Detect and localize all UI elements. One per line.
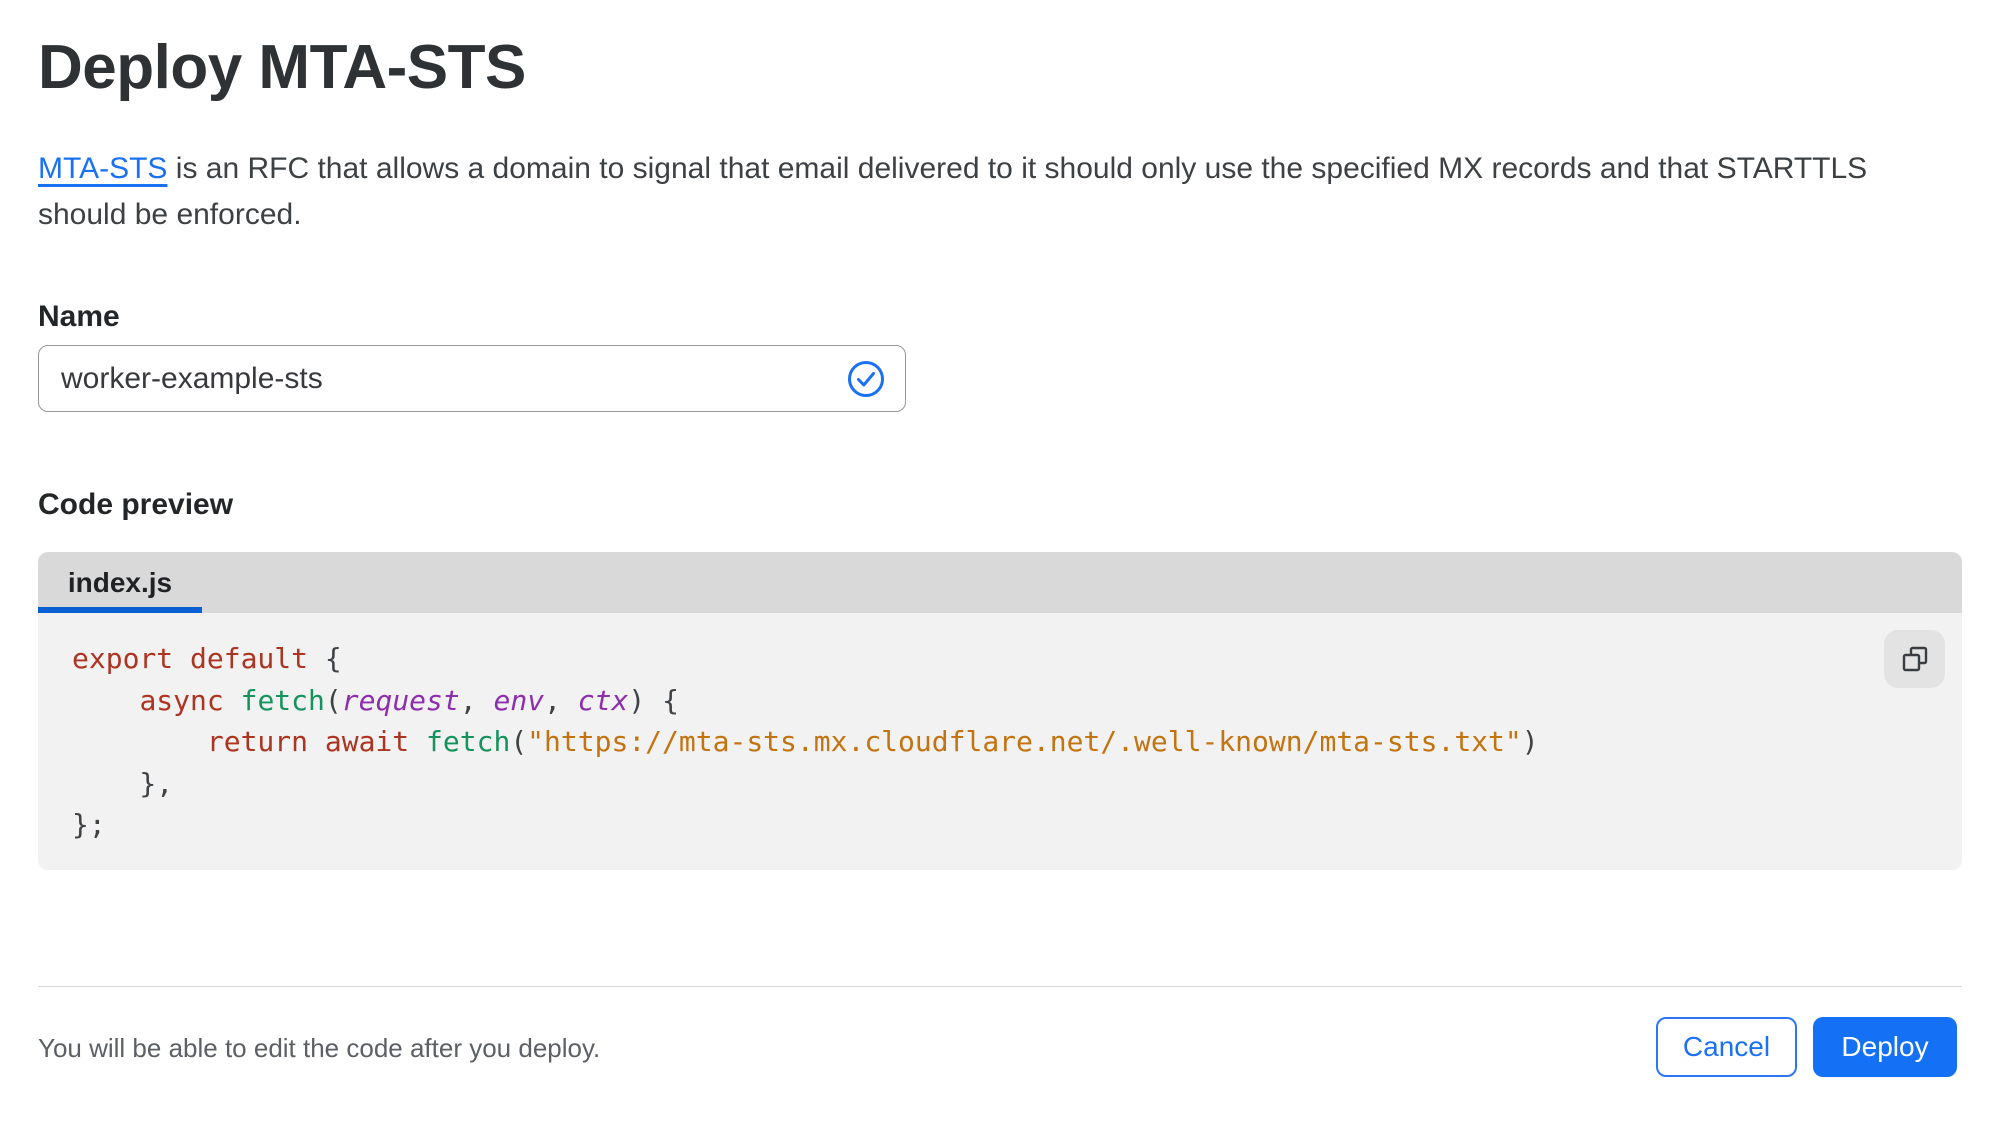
- footer-note: You will be able to edit the code after …: [38, 1033, 601, 1063]
- footer-buttons: Cancel Deploy: [1656, 1017, 1957, 1077]
- code-line: return await fetch("https://mta-sts.mx.c…: [206, 725, 1539, 758]
- code-line: async fetch(request, env, ctx) {: [139, 683, 679, 717]
- code-lines: export default { async fetch(request, en…: [72, 638, 1928, 846]
- tab-index-js[interactable]: index.js: [38, 552, 202, 613]
- description-text: is an RFC that allows a domain to signal…: [38, 152, 1868, 231]
- code-line: };: [72, 808, 106, 841]
- code-line: },: [72, 766, 174, 800]
- code-preview-tabbar: index.js: [38, 552, 1962, 613]
- mta-sts-link[interactable]: MTA-STS: [38, 152, 167, 185]
- code-line: export default {: [72, 642, 342, 675]
- name-input[interactable]: [38, 345, 906, 412]
- deploy-button[interactable]: Deploy: [1813, 1017, 1957, 1077]
- name-label: Name: [38, 300, 120, 333]
- cancel-button[interactable]: Cancel: [1656, 1017, 1797, 1077]
- copy-button[interactable]: [1884, 630, 1945, 688]
- description: MTA-STS is an RFC that allows a domain t…: [38, 146, 1948, 238]
- name-input-wrap: [38, 345, 906, 412]
- code-preview-label: Code preview: [38, 488, 234, 521]
- page-title: Deploy MTA-STS: [38, 33, 526, 102]
- copy-icon: [1902, 646, 1927, 672]
- tab-label: index.js: [67, 566, 173, 598]
- code-preview-block: export default { async fetch(request, en…: [38, 613, 1962, 870]
- deploy-mta-sts-page: Deploy MTA-STS MTA-STS is an RFC that al…: [0, 0, 1999, 1138]
- footer-divider: [38, 986, 1962, 987]
